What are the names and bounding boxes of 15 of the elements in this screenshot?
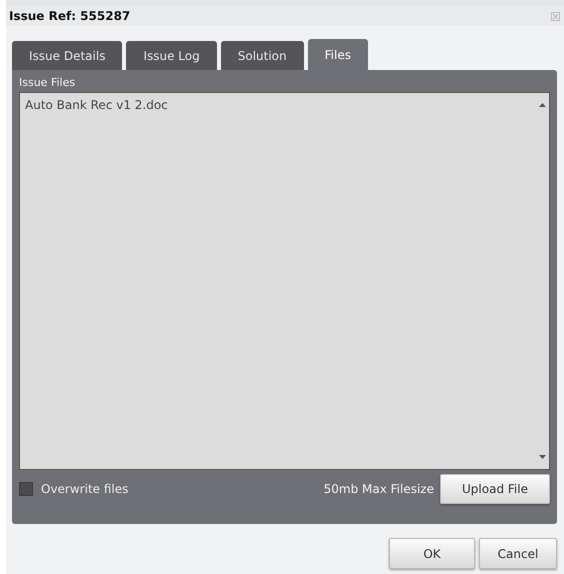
file-item[interactable]: Auto Bank Rec v1 2.doc xyxy=(25,98,530,112)
upload-file-button[interactable]: Upload File xyxy=(440,474,550,504)
dialog-button[interactable]: OK xyxy=(389,538,475,569)
tab[interactable]: Issue Details xyxy=(12,41,122,70)
checkbox[interactable] xyxy=(19,482,33,496)
dialog-button[interactable]: Cancel xyxy=(479,538,557,569)
scroll-down-icon[interactable] xyxy=(538,455,546,459)
window-title: Issue Ref: 555287 xyxy=(9,9,130,23)
tab[interactable]: Issue Log xyxy=(126,41,217,70)
max-filesize-text: 50mb Max Filesize xyxy=(324,482,434,496)
panel-title: Issue Files xyxy=(19,75,76,91)
scroll-up-icon[interactable] xyxy=(538,103,546,107)
checkbox-label: Overwrite files xyxy=(41,482,130,496)
tab[interactable]: Files xyxy=(308,39,368,70)
tab[interactable]: Solution xyxy=(220,41,304,70)
